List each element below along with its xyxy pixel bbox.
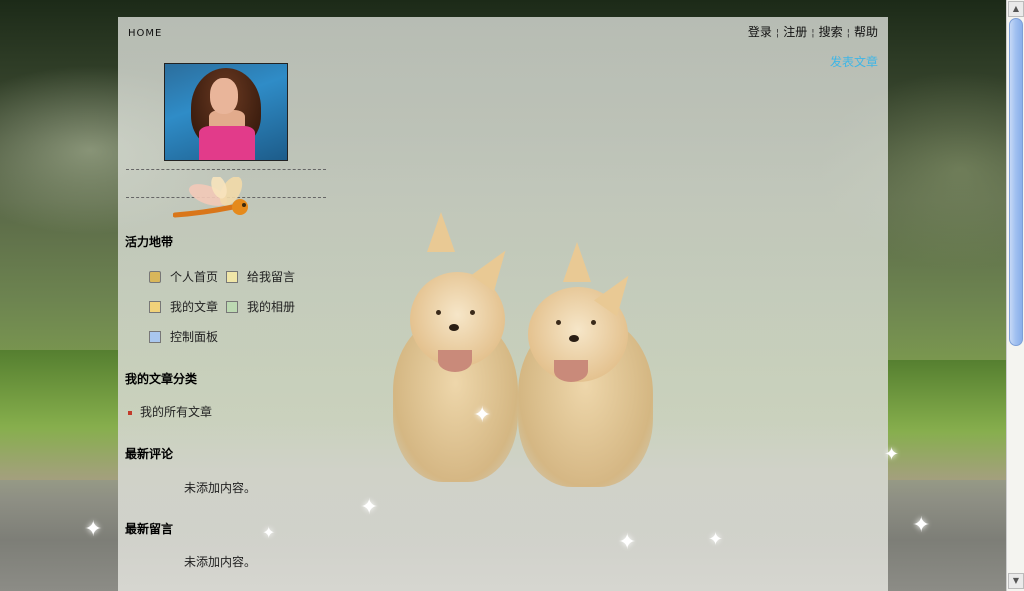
scroll-up-button[interactable]: ▲ xyxy=(1008,1,1024,17)
photo-album-icon xyxy=(226,300,238,313)
menu-item-message[interactable]: 给我留言 xyxy=(226,268,295,285)
sparkle-icon: ✦ xyxy=(473,403,492,428)
search-link[interactable]: 搜索 xyxy=(819,25,843,39)
menu-item-label: 我的文章 xyxy=(170,300,219,314)
scroll-down-button[interactable]: ▼ xyxy=(1008,573,1024,589)
menu-item-control-panel[interactable]: 控制面板 xyxy=(149,328,218,345)
scrollbar-thumb[interactable] xyxy=(1009,18,1023,346)
home-icon xyxy=(149,270,161,283)
latest-messages-title: 最新留言 xyxy=(125,522,174,536)
profile-title: 活力地带 xyxy=(125,235,174,249)
menu-item-articles[interactable]: 我的文章 xyxy=(149,298,218,315)
login-link[interactable]: 登录 xyxy=(748,25,772,39)
vertical-scrollbar[interactable]: ▲ ▼ xyxy=(1006,0,1024,591)
category-label: 我的所有文章 xyxy=(140,405,213,419)
sparkle-icon: ✦ xyxy=(360,495,379,520)
divider xyxy=(126,169,326,170)
top-links: 登录 ¦ 注册 ¦ 搜索 ¦ 帮助 xyxy=(748,23,878,40)
separator: ¦ xyxy=(846,28,850,39)
category-item[interactable]: 我的所有文章 xyxy=(128,403,212,420)
menu-item-label: 控制面板 xyxy=(170,330,219,344)
latest-comments-title: 最新评论 xyxy=(125,447,174,461)
grass-right xyxy=(888,360,1006,480)
main-panel: HOME 登录 ¦ 注册 ¦ 搜索 ¦ 帮助 发表文章 活力地带 个人首页 给我留言 我的文… xyxy=(118,17,888,591)
sparkle-icon: ✦ xyxy=(618,530,637,555)
help-link[interactable]: 帮助 xyxy=(854,25,878,39)
home-link[interactable]: HOME xyxy=(128,28,162,39)
menu-item-label: 我的相册 xyxy=(247,300,296,314)
post-article-link[interactable]: 发表文章 xyxy=(830,53,878,70)
sparkle-icon: ✦ xyxy=(884,444,900,465)
separator: ¦ xyxy=(811,28,815,39)
categories-title: 我的文章分类 xyxy=(125,372,198,386)
latest-messages-empty: 未添加内容。 xyxy=(184,555,257,569)
register-link[interactable]: 注册 xyxy=(783,25,807,39)
menu-item-album[interactable]: 我的相册 xyxy=(226,298,295,315)
separator: ¦ xyxy=(775,28,780,39)
grass-left xyxy=(0,350,118,480)
latest-comments-empty: 未添加内容。 xyxy=(184,481,257,495)
sparkle-icon: ✦ xyxy=(84,517,103,542)
menu-item-home[interactable]: 个人首页 xyxy=(149,268,218,285)
message-icon xyxy=(226,270,238,283)
sparkle-icon: ✦ xyxy=(262,523,276,542)
sparkle-icon: ✦ xyxy=(708,529,724,550)
avatar[interactable] xyxy=(164,63,288,161)
sparkle-icon: ✦ xyxy=(912,513,931,538)
bullet-icon xyxy=(128,410,132,415)
menu-item-label: 个人首页 xyxy=(170,270,219,284)
article-edit-icon xyxy=(149,300,161,313)
dragonfly-icon xyxy=(173,177,248,218)
control-panel-icon xyxy=(149,330,161,343)
menu-item-label: 给我留言 xyxy=(247,270,296,284)
